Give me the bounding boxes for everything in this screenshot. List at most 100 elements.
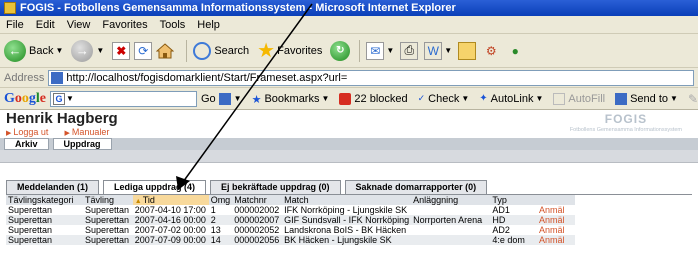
col-header-tavlingskategori[interactable]: Tävlingskategori <box>6 195 84 205</box>
check-label: Check <box>428 92 460 105</box>
mail-icon[interactable]: ✉ <box>366 41 385 60</box>
home-icon[interactable] <box>156 42 175 60</box>
menu-help[interactable]: Help <box>197 19 220 31</box>
menu-uppdrag-button[interactable]: Uppdrag <box>52 138 112 150</box>
cell-tavling: Superettan <box>83 215 133 225</box>
address-bar: Address http://localhost/fogisdomarklien… <box>0 68 698 88</box>
sendto-icon <box>615 92 628 105</box>
menu-bar: File Edit View Favorites Tools Help <box>0 16 698 34</box>
stop-icon[interactable]: ✖ <box>112 41 131 60</box>
cell-tid: 2007-07-02 00:00 <box>132 225 209 235</box>
folder-icon[interactable] <box>458 41 477 60</box>
tab-lediga-uppdrag[interactable]: Lediga uppdrag (4) <box>103 180 207 194</box>
user-links: ▶ Logga ut ▶ Manualer <box>6 127 125 137</box>
table-row: Superettan Superettan 2007-07-02 00:00 1… <box>6 225 575 235</box>
window-title: FOGIS - Fotbollens Gemensamma Informatio… <box>20 2 456 14</box>
history-icon[interactable]: ↻ <box>330 40 351 61</box>
back-button[interactable]: ← Back ▼ <box>4 39 63 62</box>
menu-view[interactable]: View <box>67 19 91 31</box>
pencil-icon[interactable]: ✎ <box>688 92 698 106</box>
search-label: Search <box>214 44 250 57</box>
edit-icon[interactable]: W <box>424 41 443 60</box>
col-header-typ[interactable]: Typ <box>490 195 538 205</box>
refresh-icon[interactable]: ⟳ <box>134 41 153 60</box>
col-header-tavling[interactable]: Tävling <box>83 195 133 205</box>
col-header-action <box>537 195 575 205</box>
cell-anlaggning <box>411 205 491 215</box>
cell-tid: 2007-04-10 17:00 <box>132 205 209 215</box>
anmal-link[interactable]: Anmäl <box>537 235 575 245</box>
google-logo[interactable]: Google <box>4 91 46 107</box>
autolink-button[interactable]: ✦ AutoLink ▼ <box>479 93 543 105</box>
spellcheck-button[interactable]: ✓ Check ▼ <box>418 93 470 105</box>
cell-typ: 4:e dom <box>490 235 538 245</box>
table-row: Superettan Superettan 2007-04-10 17:00 1… <box>6 205 575 215</box>
menu-arkiv-button[interactable]: Arkiv <box>4 138 49 150</box>
cell-tavling: Superettan <box>83 205 133 215</box>
search-icon <box>193 41 212 60</box>
blocked-label: 22 blocked <box>354 92 408 105</box>
col-header-tid[interactable]: ▲Tid <box>132 195 209 205</box>
dropdown-arrow-icon: ▼ <box>461 94 470 103</box>
menu-file[interactable]: File <box>6 19 24 31</box>
back-arrow-icon: ← <box>4 39 26 62</box>
col-header-anlaggning[interactable]: Anläggning <box>411 195 491 205</box>
main-menu: Arkiv Uppdrag <box>0 138 698 150</box>
sort-ascending-icon: ▲ <box>134 198 142 205</box>
menu-tools[interactable]: Tools <box>160 19 186 31</box>
table-header-row: Tävlingskategori Tävling ▲Tid Omg Matchn… <box>6 195 575 205</box>
forward-arrow-icon: → <box>71 39 94 62</box>
page-icon <box>51 71 64 84</box>
col-header-matchnr[interactable]: Matchnr <box>232 195 283 205</box>
forward-button[interactable]: → ▼ <box>71 39 105 62</box>
tab-ej-bekraftade-uppdrag[interactable]: Ej bekräftade uppdrag (0) <box>210 180 341 194</box>
menu-favorites[interactable]: Favorites <box>102 19 147 31</box>
bookmarks-button[interactable]: ★ Bookmarks ▼ <box>252 93 330 106</box>
research-icon[interactable]: ⚙ <box>482 42 500 60</box>
go-icon <box>218 92 231 105</box>
ie-app-icon <box>4 2 16 14</box>
dropdown-arrow-icon: ▼ <box>66 94 74 103</box>
address-field[interactable]: http://localhost/fogisdomarklient/Start/… <box>48 69 694 86</box>
logout-link[interactable]: ▶ Logga ut <box>6 127 56 137</box>
anmal-link[interactable]: Anmäl <box>537 225 575 235</box>
manuals-link[interactable]: ▶ Manualer <box>64 127 117 137</box>
col-header-omg[interactable]: Omg <box>208 195 233 205</box>
google-go-button[interactable]: Go ▼ <box>201 92 242 105</box>
cell-tavlingskategori: Superettan <box>6 235 84 245</box>
tab-meddelanden[interactable]: Meddelanden (1) <box>6 180 100 194</box>
menu-edit[interactable]: Edit <box>36 19 55 31</box>
cell-tavlingskategori: Superettan <box>6 205 84 215</box>
search-button[interactable]: Search <box>193 41 250 60</box>
autofill-button[interactable]: AutoFill <box>553 92 605 105</box>
cell-tavlingskategori: Superettan <box>6 225 84 235</box>
dropdown-arrow-icon[interactable]: ▼ <box>444 46 452 55</box>
google-search-input[interactable]: G ▼ <box>50 90 197 107</box>
print-icon[interactable]: ⎙ <box>400 41 419 60</box>
col-header-tid-label: Tid <box>142 195 155 205</box>
anmal-link[interactable]: Anmäl <box>537 215 575 225</box>
popup-blocker-button[interactable]: 22 blocked <box>339 92 408 105</box>
fogis-logo-title: FOGIS <box>604 112 648 126</box>
cell-tid: 2007-04-16 00:00 <box>132 215 209 225</box>
cell-anlaggning: Norrporten Arena <box>411 215 491 225</box>
dropdown-arrow-icon: ▼ <box>233 94 242 103</box>
spellcheck-icon: ✓ <box>417 92 426 103</box>
sendto-button[interactable]: Send to ▼ <box>615 92 678 105</box>
toolbar-separator <box>186 39 188 62</box>
favorites-button[interactable]: ★ Favorites <box>257 41 322 61</box>
cell-tavling: Superettan <box>83 225 133 235</box>
cell-matchnr: 000002002 <box>232 205 283 215</box>
messenger-icon[interactable]: ● <box>506 42 524 60</box>
dropdown-arrow-icon[interactable]: ▼ <box>386 46 394 55</box>
anmal-link[interactable]: Anmäl <box>537 205 575 215</box>
fogis-logo-subtitle: Fotbollens Gemensamma Informationssystem <box>569 127 682 133</box>
cell-anlaggning <box>411 235 491 245</box>
dropdown-arrow-icon: ▼ <box>96 46 105 55</box>
cell-anlaggning <box>411 225 491 235</box>
fogis-page: Henrik Hagberg ▶ Logga ut ▶ Manualer FOGIS… <box>0 110 698 269</box>
tab-saknade-domarrapporter[interactable]: Saknade domarrapporter (0) <box>344 180 488 194</box>
manuals-label: Manualer <box>71 127 110 137</box>
cell-matchnr: 000002007 <box>232 215 283 225</box>
col-header-match[interactable]: Match <box>282 195 412 205</box>
